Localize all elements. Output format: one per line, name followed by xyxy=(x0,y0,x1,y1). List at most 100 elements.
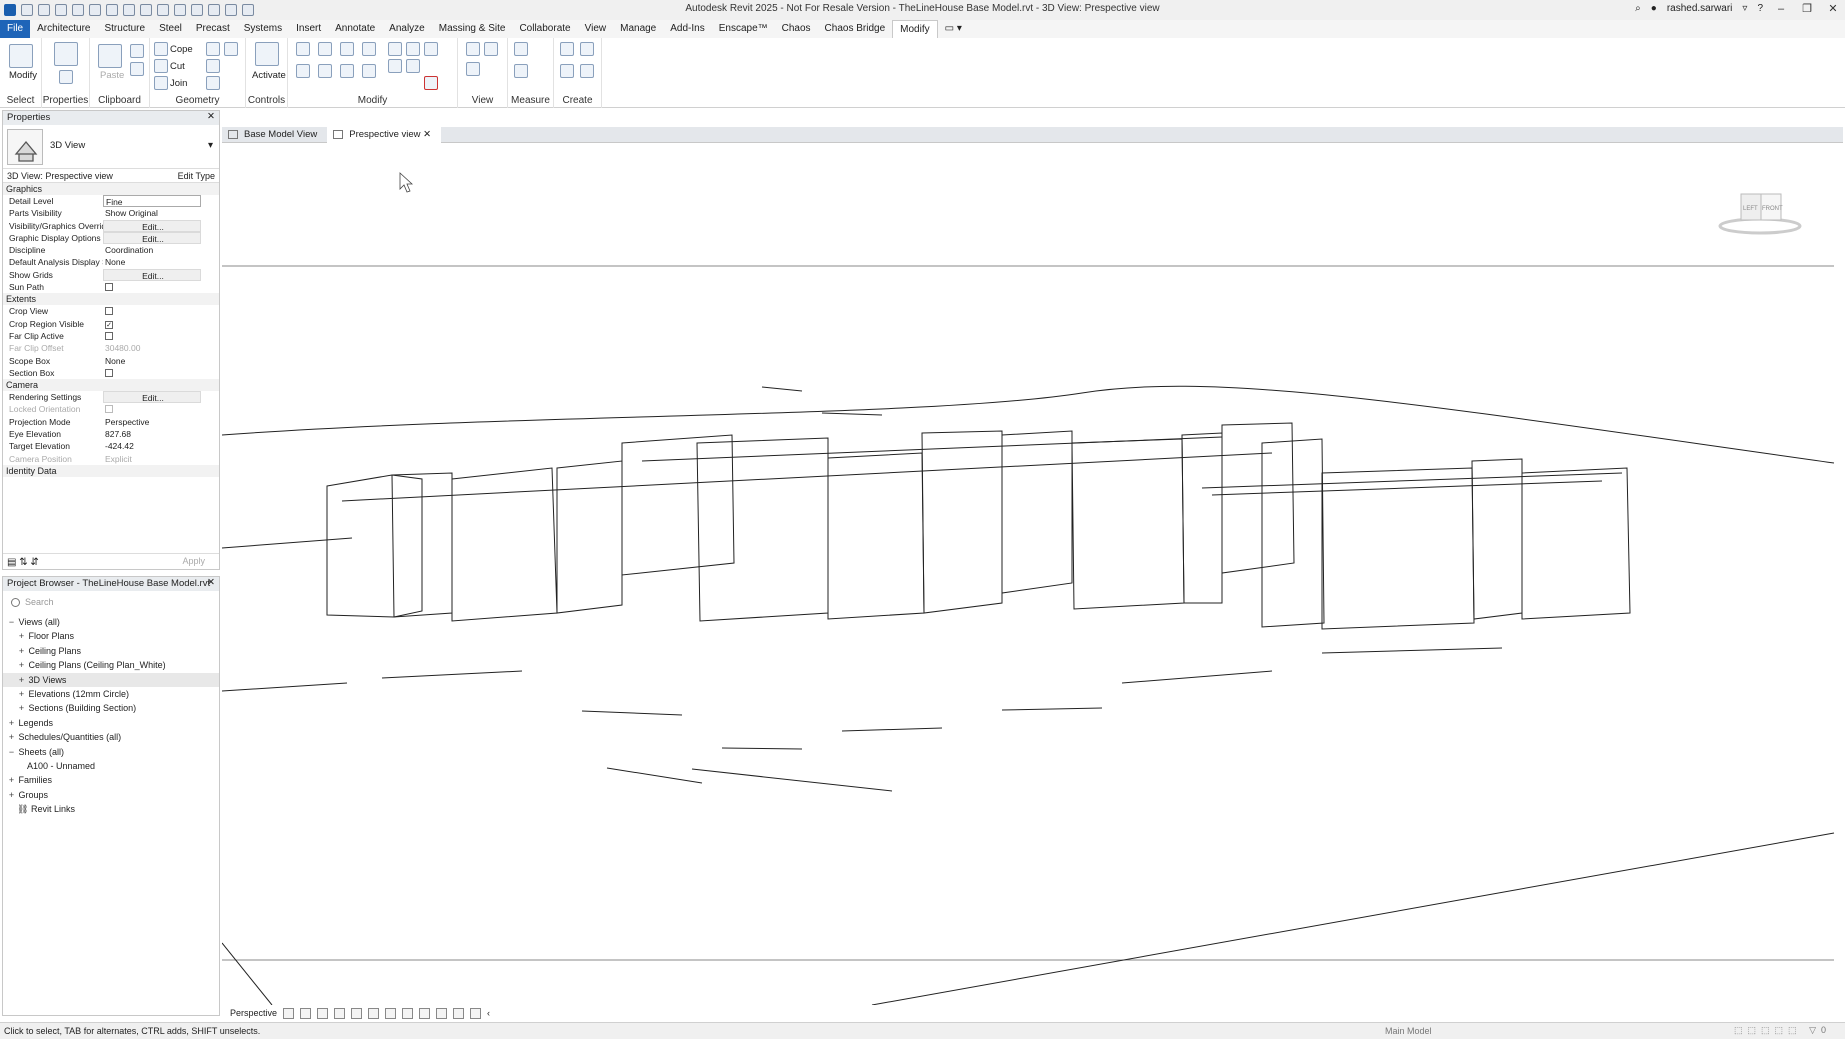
split-icon[interactable] xyxy=(388,42,402,56)
grids-edit-button[interactable]: Edit... xyxy=(103,268,201,282)
tree-revit-links[interactable]: ⛓ Revit Links xyxy=(3,802,219,816)
tab-chaos-bridge[interactable]: Chaos Bridge xyxy=(818,20,893,38)
tree-sheets[interactable]: − Sheets (all) xyxy=(3,745,219,759)
selection-filters-icon[interactable]: ⬚⬚⬚⬚⬚ ▽0 xyxy=(1734,1025,1831,1036)
expand-toggle-icon[interactable]: + xyxy=(17,673,26,687)
tab-collaborate[interactable]: Collaborate xyxy=(512,20,577,38)
aligned-dimension-icon[interactable] xyxy=(514,64,528,78)
rotate-icon[interactable] xyxy=(340,64,354,78)
create-similar-icon[interactable] xyxy=(580,64,594,78)
analysis-style-value[interactable]: None xyxy=(103,256,201,268)
expand-toggle-icon[interactable]: + xyxy=(17,629,26,643)
viewcube-front-label[interactable]: FRONT xyxy=(1762,206,1783,212)
tab-chaos[interactable]: Chaos xyxy=(775,20,818,38)
worksharing-icon[interactable] xyxy=(453,1007,465,1019)
tab-systems[interactable]: Systems xyxy=(237,20,289,38)
tag-icon[interactable] xyxy=(174,4,186,16)
modify-arrow-icon[interactable] xyxy=(9,44,33,68)
sun-path-checkbox[interactable] xyxy=(105,283,113,292)
crop-region-checkbox[interactable]: ✓ xyxy=(105,320,113,329)
tree-legends[interactable]: + Legends xyxy=(3,716,219,730)
rendering-edit-button[interactable]: Edit... xyxy=(103,391,201,404)
show-crop-icon[interactable] xyxy=(385,1007,397,1019)
temporary-hide-icon[interactable] xyxy=(419,1007,431,1019)
sync-icon[interactable] xyxy=(72,4,84,16)
restore-button[interactable]: ❐ xyxy=(1799,2,1815,15)
detail-level-input[interactable]: Fine xyxy=(103,195,201,208)
cope-icon[interactable] xyxy=(154,42,168,56)
create-group-icon[interactable] xyxy=(560,64,574,78)
override-icon[interactable] xyxy=(484,42,498,56)
detail-level-icon[interactable] xyxy=(283,1007,295,1019)
user-icon[interactable]: ● xyxy=(1651,3,1657,14)
pin-icon[interactable] xyxy=(406,42,420,56)
tab-structure[interactable]: Structure xyxy=(97,20,152,38)
search-input[interactable]: Search xyxy=(9,597,213,611)
scale-icon[interactable] xyxy=(406,59,420,73)
group-extents[interactable]: Extents xyxy=(3,293,219,306)
copy-clipboard-icon[interactable] xyxy=(130,62,144,76)
tab-insert[interactable]: Insert xyxy=(289,20,328,38)
active-model-selector[interactable]: Main Model xyxy=(1385,1026,1432,1036)
hide-icon[interactable] xyxy=(466,42,480,56)
close-tab-icon[interactable]: ✕ xyxy=(423,129,431,140)
vg-edit-button[interactable]: Edit... xyxy=(103,219,201,232)
view-mode-label[interactable]: Perspective xyxy=(230,1008,277,1018)
open-icon[interactable] xyxy=(38,4,50,16)
minimize-button[interactable]: – xyxy=(1773,3,1789,15)
tree-floor-plans[interactable]: + Floor Plans xyxy=(3,629,219,643)
chevron-down-icon[interactable]: ▾ xyxy=(208,140,213,151)
section-icon[interactable] xyxy=(225,4,237,16)
save-icon[interactable] xyxy=(55,4,67,16)
tab-view[interactable]: View xyxy=(578,20,614,38)
mirror-axis-icon[interactable] xyxy=(340,42,354,56)
tab-massing-site[interactable]: Massing & Site xyxy=(432,20,513,38)
sun-path-icon[interactable] xyxy=(317,1007,329,1019)
wall-joins-icon[interactable] xyxy=(206,42,220,56)
cart-icon[interactable]: ▿ xyxy=(1742,3,1747,14)
linework-icon[interactable] xyxy=(466,62,480,76)
paste-button[interactable]: Paste xyxy=(100,70,124,81)
tab-file[interactable]: File xyxy=(0,20,31,38)
tab-precast[interactable]: Precast xyxy=(189,20,237,38)
tree-groups[interactable]: + Groups xyxy=(3,788,219,802)
modify-button[interactable]: Modify xyxy=(9,70,37,81)
print-icon[interactable] xyxy=(123,4,135,16)
collapse-toggle-icon[interactable]: − xyxy=(7,615,16,629)
mirror-draw-icon[interactable] xyxy=(362,42,376,56)
tab-annotate[interactable]: Annotate xyxy=(328,20,382,38)
tab-analyze[interactable]: Analyze xyxy=(382,20,432,38)
measure-icon[interactable] xyxy=(140,4,152,16)
join-icon[interactable] xyxy=(154,76,168,90)
lock-view-icon[interactable] xyxy=(402,1007,414,1019)
expand-toggle-icon[interactable]: + xyxy=(7,788,16,802)
redo-icon[interactable] xyxy=(106,4,118,16)
shadows-icon[interactable] xyxy=(334,1007,346,1019)
paint-icon[interactable] xyxy=(206,59,220,73)
group-identity-data[interactable]: Identity Data xyxy=(3,464,219,477)
array-icon[interactable] xyxy=(388,59,402,73)
tab-enscape[interactable]: Enscape™ xyxy=(712,20,775,38)
delete-icon[interactable] xyxy=(424,76,438,90)
type-selector[interactable]: 3D View ▾ xyxy=(3,125,219,169)
close-button[interactable]: ✕ xyxy=(1825,2,1841,15)
expand-toggle-icon[interactable]: + xyxy=(7,716,16,730)
activate-icon[interactable] xyxy=(255,42,279,66)
edit-type-button[interactable]: Edit Type xyxy=(178,171,215,181)
unpin-icon[interactable] xyxy=(424,42,438,56)
expand-toggle-icon[interactable]: + xyxy=(17,644,26,658)
properties-icon[interactable] xyxy=(59,70,73,84)
eye-elevation-value[interactable]: 827.68 xyxy=(103,428,201,440)
viewcube-left-label[interactable]: LEFT xyxy=(1743,206,1758,212)
tree-ceiling-plans[interactable]: + Ceiling Plans xyxy=(3,644,219,658)
paste-icon[interactable] xyxy=(98,44,122,68)
scope-box-value[interactable]: None xyxy=(103,355,201,367)
analytical-model-icon[interactable] xyxy=(470,1007,482,1019)
expand-toggle-icon[interactable]: + xyxy=(7,730,16,744)
help-icon[interactable]: ? xyxy=(1757,3,1763,14)
revit-logo-icon[interactable] xyxy=(4,4,16,16)
crop-view-icon[interactable] xyxy=(368,1007,380,1019)
user-name[interactable]: rashed.sarwari xyxy=(1667,3,1733,14)
tab-manage[interactable]: Manage xyxy=(613,20,663,38)
expand-toggle-icon[interactable]: + xyxy=(17,687,26,701)
